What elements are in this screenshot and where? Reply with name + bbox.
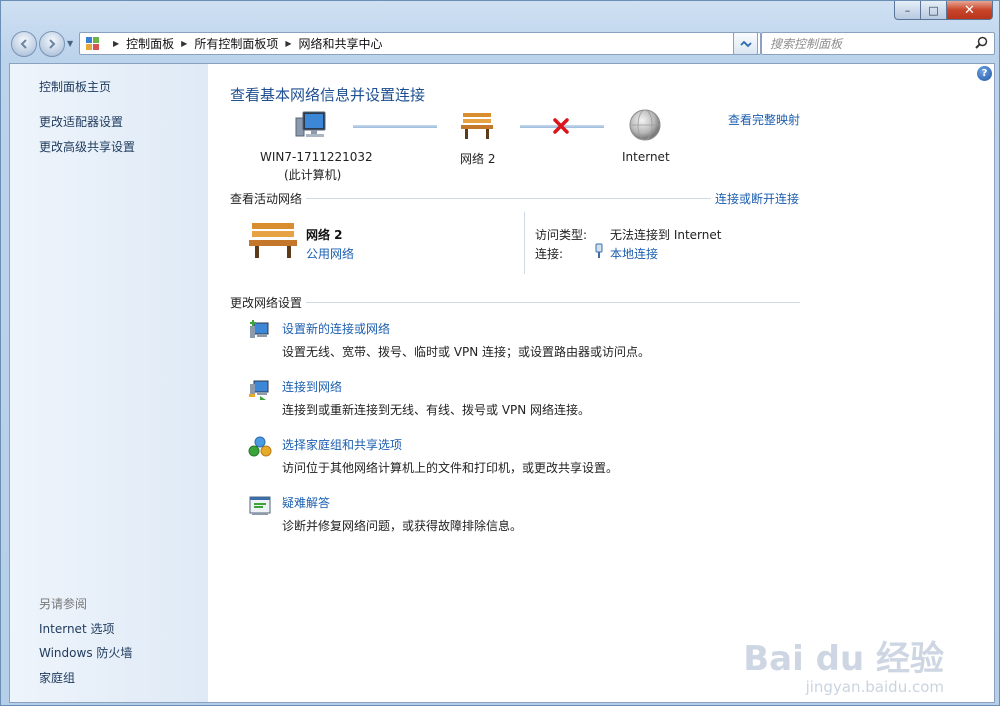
sidebar-link-adapter[interactable]: 更改适配器设置: [39, 113, 123, 130]
search-icon[interactable]: [975, 36, 988, 49]
sidebar-link-home[interactable]: 控制面板主页: [39, 78, 111, 95]
forward-arrow-icon: [49, 39, 56, 49]
connection-label: 连接:: [535, 247, 564, 261]
connection-line: [353, 125, 437, 128]
baidu-watermark-logo: Bai du 经验: [743, 639, 944, 679]
active-network-name: 网络 2: [306, 228, 343, 242]
search-placeholder: 搜索控制面板: [770, 37, 843, 51]
map-computer-sub: (此计算机): [284, 168, 342, 182]
back-button[interactable]: [11, 31, 37, 57]
sidebar-link-advanced-sharing[interactable]: 更改高级共享设置: [39, 138, 135, 155]
breadcrumb-network-center[interactable]: 网络和共享中心: [299, 35, 383, 52]
title-bar: – □ ✕: [1, 1, 999, 25]
computer-icon: [295, 111, 326, 137]
close-button[interactable]: ✕: [947, 1, 993, 20]
view-full-map-link[interactable]: 查看完整映射: [728, 111, 800, 128]
content-area: 控制面板主页 更改适配器设置 更改高级共享设置 另请参阅 Internet 选项…: [9, 63, 995, 703]
maximize-button[interactable]: □: [921, 1, 947, 20]
task-link-troubleshoot[interactable]: 疑难解答: [282, 494, 330, 511]
main-panel: ? 查看基本网络信息并设置连接 查看完整映射 WIN7-1711221032 (…: [208, 64, 994, 702]
task-link-homegroup[interactable]: 选择家庭组和共享选项: [282, 436, 402, 453]
control-panel-icon: [86, 36, 102, 51]
section-divider: [230, 302, 800, 303]
task-desc-homegroup: 访问位于其他网络计算机上的文件和打印机，或更改共享设置。: [282, 461, 619, 475]
breadcrumb-control-panel[interactable]: 控制面板: [126, 35, 174, 52]
task-desc-new-connection: 设置无线、宽带、拨号、临时或 VPN 连接；或设置路由器或访问点。: [282, 345, 651, 359]
forward-button[interactable]: [39, 31, 65, 57]
address-bar[interactable]: ▶ 控制面板 ▶ 所有控制面板项 ▶ 网络和共享中心 ▼: [79, 32, 761, 55]
sidebar: 控制面板主页 更改适配器设置 更改高级共享设置 另请参阅 Internet 选项…: [10, 64, 208, 702]
help-icon[interactable]: ?: [977, 66, 992, 81]
internet-globe-icon: [629, 109, 661, 141]
task-link-connect-network[interactable]: 连接到网络: [282, 378, 342, 395]
page-title: 查看基本网络信息并设置连接: [230, 86, 426, 104]
breadcrumb-separator[interactable]: ▶: [113, 39, 119, 48]
troubleshoot-icon: [249, 496, 271, 515]
recent-pages-dropdown[interactable]: ▼: [67, 39, 73, 48]
task-desc-connect-network: 连接到或重新连接到无线、有线、拨号或 VPN 网络连接。: [282, 403, 591, 417]
ethernet-plug-icon: [595, 243, 603, 258]
baidu-watermark-url: jingyan.baidu.com: [805, 678, 944, 696]
new-connection-icon: [250, 320, 269, 338]
breadcrumb-all-items[interactable]: 所有控制面板项: [194, 35, 278, 52]
refresh-button[interactable]: [733, 32, 758, 55]
access-type-value: 无法连接到 Internet: [610, 228, 722, 242]
see-also-firewall[interactable]: Windows 防火墙: [39, 644, 132, 661]
map-computer-name: WIN7-1711221032: [260, 150, 373, 164]
bench-network-icon: [461, 113, 493, 139]
access-type-label: 访问类型:: [535, 228, 588, 242]
task-link-new-connection[interactable]: 设置新的连接或网络: [282, 320, 390, 337]
navigation-bar: ▼ ▶ 控制面板 ▶ 所有控制面板项 ▶ 网络和共享中心 ▼ 搜索控制面板: [9, 29, 995, 59]
active-networks-heading: 查看活动网络: [230, 190, 307, 207]
local-connection-link[interactable]: 本地连接: [610, 245, 658, 262]
public-network-bench-icon: [249, 223, 297, 258]
connect-network-icon: [249, 380, 269, 400]
refresh-icon: [739, 40, 752, 47]
connect-disconnect-link[interactable]: 连接或断开连接: [710, 190, 799, 207]
homegroup-icon: [248, 436, 272, 457]
see-also-homegroup[interactable]: 家庭组: [39, 669, 75, 686]
map-network-name: 网络 2: [460, 152, 496, 166]
change-settings-heading: 更改网络设置: [230, 294, 307, 311]
window: – □ ✕ ▼ ▶ 控制面板 ▶ 所有控制面板项 ▶ 网络和共享中心 ▼: [0, 0, 1000, 706]
breadcrumb-separator[interactable]: ▶: [285, 39, 291, 48]
see-also-heading: 另请参阅: [39, 597, 88, 611]
search-input[interactable]: 搜索控制面板: [761, 32, 995, 55]
task-desc-troubleshoot: 诊断并修复网络问题，或获得故障排除信息。: [282, 519, 523, 533]
minimize-button[interactable]: –: [894, 1, 921, 20]
disconnected-x-icon: [553, 118, 569, 134]
vertical-divider: [524, 212, 525, 274]
map-internet-label: Internet: [622, 150, 670, 164]
breadcrumb-separator[interactable]: ▶: [181, 39, 187, 48]
network-type-link[interactable]: 公用网络: [306, 245, 354, 262]
back-arrow-icon: [20, 39, 27, 49]
see-also-internet-options[interactable]: Internet 选项: [39, 620, 114, 637]
